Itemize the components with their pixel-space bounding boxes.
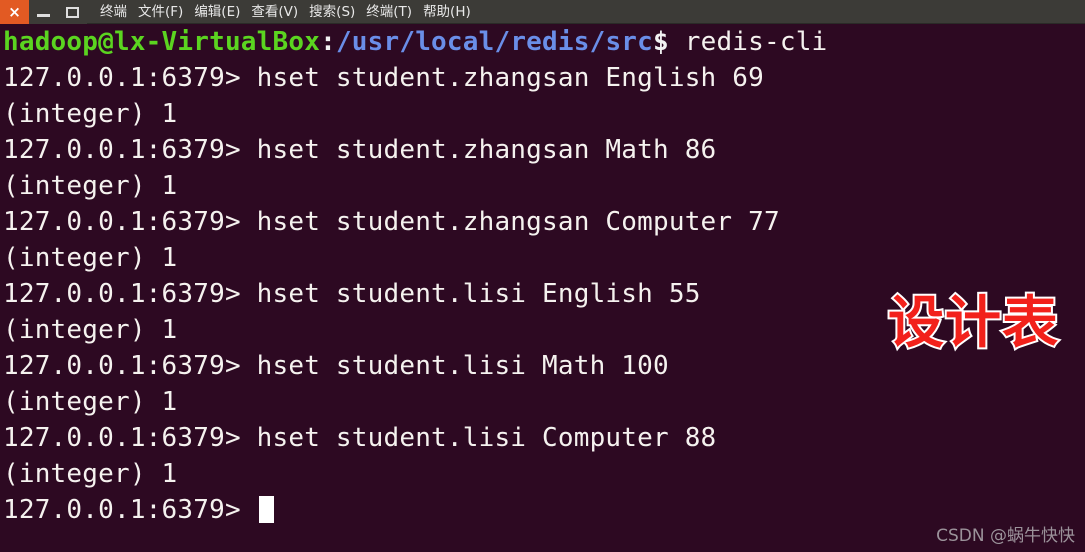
close-icon: ×: [8, 2, 21, 21]
menu-bar: 终端 文件(F) 编辑(E) 查看(V) 搜索(S) 终端(T) 帮助(H): [100, 0, 471, 24]
redis-prompt: 127.0.0.1:6379>: [3, 63, 257, 93]
menu-item-terminal-label[interactable]: 终端: [100, 0, 127, 24]
menu-item-terminal[interactable]: 终端(T): [366, 0, 412, 24]
terminal-line: 127.0.0.1:6379> hset student.zhangsan Ma…: [3, 132, 1085, 168]
redis-output: (integer) 1: [3, 387, 178, 417]
minimize-button[interactable]: [29, 0, 58, 24]
terminal-line: 127.0.0.1:6379> hset student.lisi Math 1…: [3, 348, 1085, 384]
menu-item-view[interactable]: 查看(V): [251, 0, 298, 24]
shell-prompt-line: hadoop@lx-VirtualBox:/usr/local/redis/sr…: [3, 24, 1085, 60]
terminal-line: (integer) 1: [3, 240, 1085, 276]
terminal-line: 127.0.0.1:6379> hset student.lisi Comput…: [3, 420, 1085, 456]
terminal-line: 127.0.0.1:6379> hset student.zhangsan Co…: [3, 204, 1085, 240]
menu-item-edit[interactable]: 编辑(E): [194, 0, 240, 24]
redis-command: hset student.lisi Computer 88: [256, 423, 717, 453]
redis-prompt: 127.0.0.1:6379>: [3, 495, 257, 525]
redis-output: (integer) 1: [3, 99, 178, 129]
terminal-line: (integer) 1: [3, 96, 1085, 132]
redis-command: hset student.zhangsan Computer 77: [256, 207, 780, 237]
shell-command: redis-cli: [684, 27, 828, 57]
redis-prompt: 127.0.0.1:6379>: [3, 279, 257, 309]
menu-item-file[interactable]: 文件(F): [138, 0, 183, 24]
redis-output: (integer) 1: [3, 315, 178, 345]
maximize-icon: [66, 6, 79, 18]
terminal-line: 127.0.0.1:6379> hset student.zhangsan En…: [3, 60, 1085, 96]
prompt-user-host: hadoop@lx-VirtualBox: [3, 27, 321, 57]
redis-prompt: 127.0.0.1:6379>: [3, 351, 257, 381]
redis-output: (integer) 1: [3, 171, 178, 201]
redis-prompt: 127.0.0.1:6379>: [3, 135, 257, 165]
terminal-window: × 终端 文件(F) 编辑(E) 查看(V) 搜索(S) 终端(T) 帮助(H)…: [0, 0, 1085, 552]
terminal-line: (integer) 1: [3, 384, 1085, 420]
maximize-button[interactable]: [58, 0, 87, 24]
terminal-line: 127.0.0.1:6379> hset student.lisi Englis…: [3, 276, 1085, 312]
prompt-dollar: $: [653, 27, 685, 57]
redis-prompt: 127.0.0.1:6379>: [3, 423, 257, 453]
menu-item-help[interactable]: 帮助(H): [423, 0, 471, 24]
redis-command: hset student.lisi English 55: [256, 279, 701, 309]
terminal-line: (integer) 1: [3, 168, 1085, 204]
terminal-line: (integer) 1: [3, 312, 1085, 348]
menu-item-search[interactable]: 搜索(S): [309, 0, 355, 24]
active-prompt-line[interactable]: 127.0.0.1:6379>: [3, 492, 1085, 528]
close-button[interactable]: ×: [0, 0, 29, 24]
prompt-colon: :: [320, 27, 336, 57]
redis-output: (integer) 1: [3, 243, 178, 273]
redis-command: hset student.lisi Math 100: [256, 351, 669, 381]
terminal-body[interactable]: hadoop@lx-VirtualBox:/usr/local/redis/sr…: [0, 24, 1085, 552]
redis-output: (integer) 1: [3, 459, 178, 489]
redis-command: hset student.zhangsan English 69: [256, 63, 764, 93]
terminal-line: (integer) 1: [3, 456, 1085, 492]
prompt-path: /usr/local/redis/src: [335, 27, 654, 57]
redis-command: hset student.zhangsan Math 86: [256, 135, 717, 165]
minimize-icon: [37, 14, 50, 17]
redis-prompt: 127.0.0.1:6379>: [3, 207, 257, 237]
title-bar: × 终端 文件(F) 编辑(E) 查看(V) 搜索(S) 终端(T) 帮助(H): [0, 0, 1085, 24]
text-cursor: [258, 496, 274, 523]
window-controls: ×: [0, 0, 87, 24]
